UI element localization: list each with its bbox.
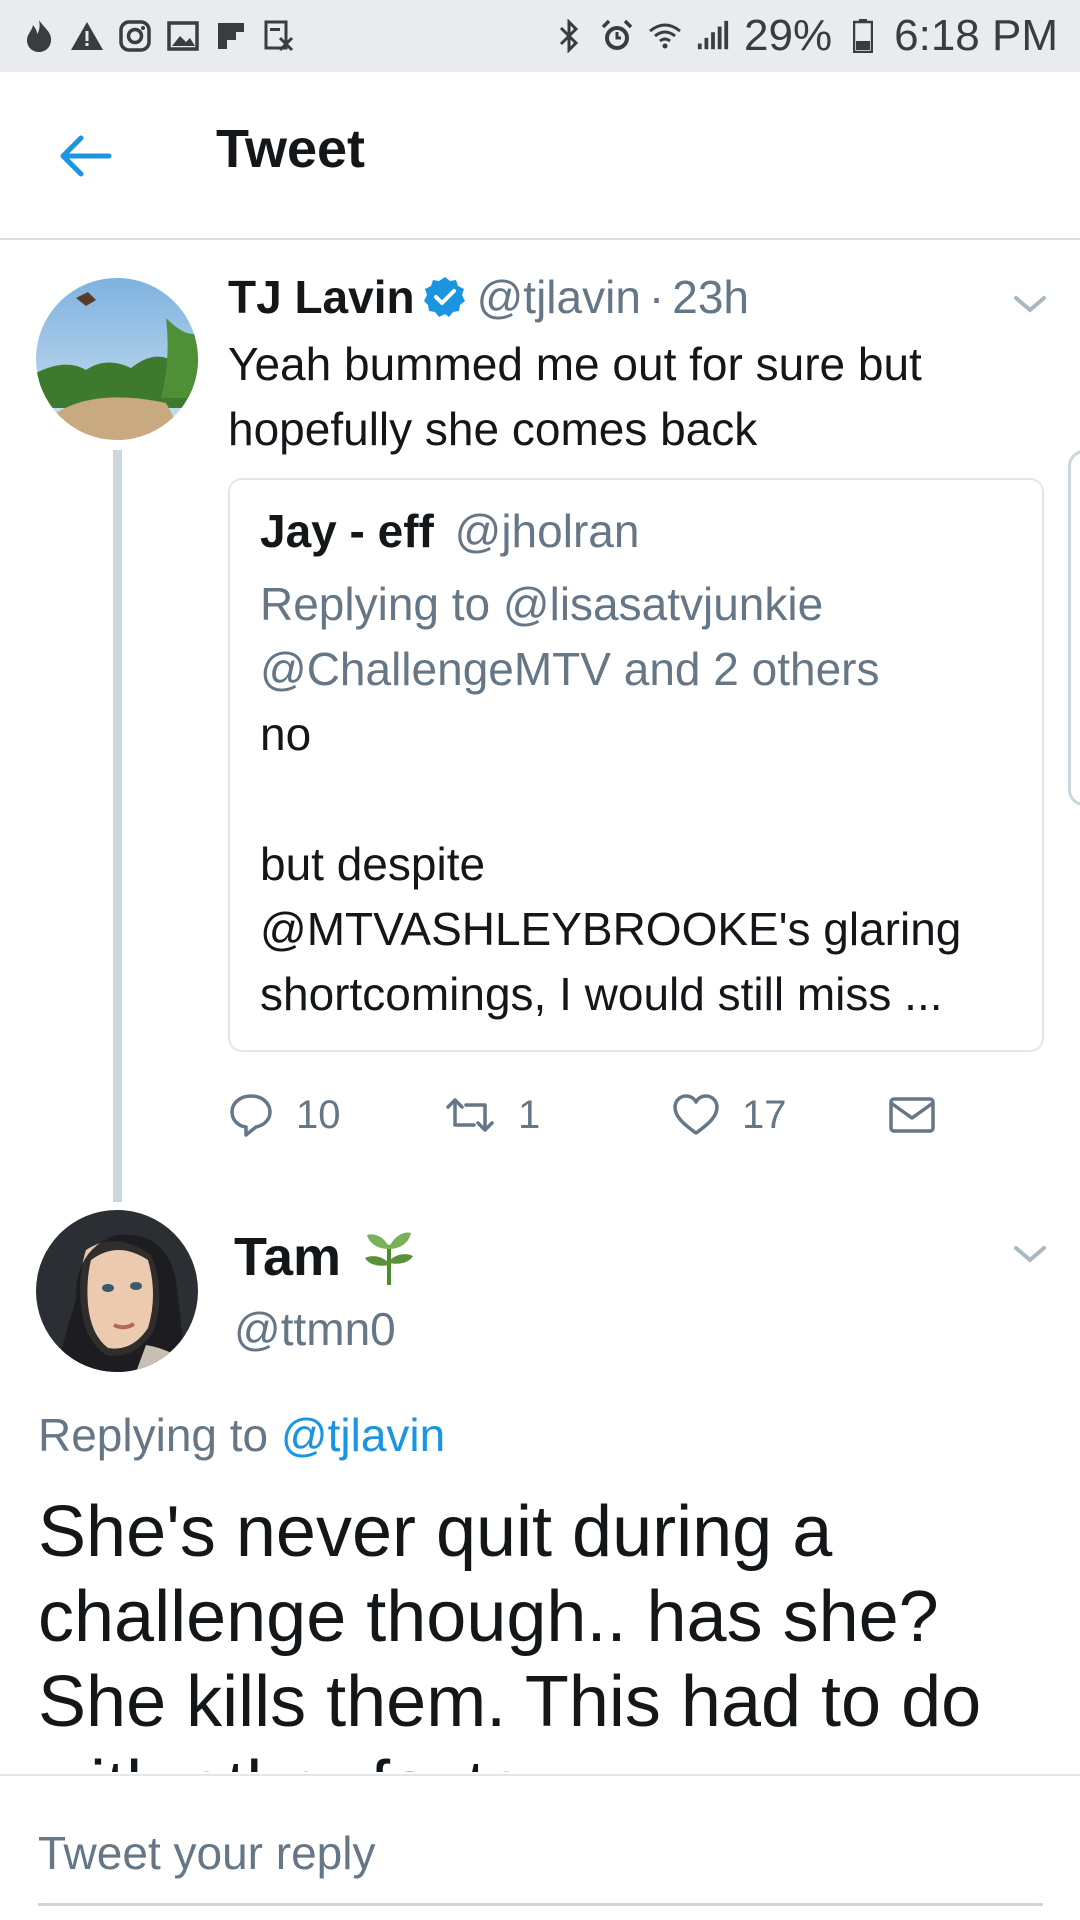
clock: 6:18 PM	[894, 11, 1058, 60]
battery-icon	[846, 19, 880, 53]
wifi-icon	[648, 19, 682, 53]
tweet-text: Yeah bummed me out for sure but hopefull…	[228, 338, 922, 455]
tam-avatar[interactable]	[36, 1210, 198, 1372]
top-app-bar: Tweet	[0, 72, 1080, 240]
chevron-down-icon[interactable]	[1010, 290, 1050, 318]
quoted-author-handle: @jholran	[454, 505, 640, 557]
heart-icon	[673, 1094, 719, 1135]
signal-icon	[696, 19, 730, 53]
like-count: 17	[742, 1092, 787, 1137]
tweet-header: TJ Lavin @tjlavin · 23h	[228, 270, 749, 324]
author-handle[interactable]: @tjlavin	[477, 270, 641, 324]
data-saver-icon	[262, 19, 296, 53]
like-action[interactable]: 17	[672, 1080, 787, 1150]
reply-author-name[interactable]: Tam	[234, 1226, 341, 1288]
quoted-text-line-1: no	[260, 708, 312, 760]
quoted-tweet-card[interactable]: Jay - eff @jholran Replying to @lisasatv…	[228, 478, 1044, 1052]
retweet-action[interactable]: 1	[444, 1080, 540, 1150]
quoted-author-name: Jay - eff	[260, 505, 434, 557]
reply-count: 10	[296, 1092, 341, 1137]
replying-to: Replying to @tjlavin	[38, 1408, 445, 1462]
retweet-count: 1	[518, 1092, 541, 1137]
reply-tweet-text: She's never quit during a challenge thou…	[38, 1492, 982, 1772]
tweet-age: 23h	[672, 271, 749, 323]
mail-icon	[889, 1097, 935, 1133]
battery-percent: 29%	[744, 11, 833, 60]
tweet-actions: 10 1 17	[228, 1080, 1028, 1150]
reply-input-underline	[38, 1903, 1043, 1906]
direct-message-action[interactable]	[888, 1080, 936, 1150]
reply-composer: Tweet your reply	[0, 1774, 1080, 1920]
gallery-icon	[166, 19, 200, 53]
reply-icon	[230, 1094, 272, 1137]
replying-to-handle[interactable]: @tjlavin	[281, 1409, 445, 1461]
page-title: Tweet	[216, 119, 366, 179]
thread-connector-line	[113, 450, 122, 1202]
reply-author-name-row: Tam	[234, 1226, 417, 1288]
verified-badge-icon	[423, 275, 467, 319]
author-name[interactable]: TJ Lavin	[228, 270, 415, 324]
tinder-flame-icon	[22, 19, 56, 53]
quoted-tweet-text: no but despite @MTVASHLEYBROOKE's glarin…	[260, 702, 1040, 1027]
flipboard-icon	[214, 19, 248, 53]
reply-author-handle[interactable]: @ttmn0	[234, 1302, 396, 1356]
reply-action[interactable]: 10	[228, 1080, 341, 1150]
quoted-replying-prefix: Replying to	[260, 578, 503, 630]
seedling-icon	[361, 1227, 417, 1287]
separator: ·	[648, 271, 665, 323]
warning-icon	[70, 19, 104, 53]
bluetooth-icon	[552, 19, 586, 53]
status-bar: 29% 6:18 PM	[0, 0, 1080, 72]
status-bar-left	[22, 19, 296, 53]
retweet-icon	[446, 1098, 494, 1132]
quoted-tweet-header: Jay - eff @jholran	[260, 504, 639, 558]
instagram-icon	[118, 19, 152, 53]
chevron-down-icon[interactable]	[1010, 1240, 1050, 1268]
replying-prefix: Replying to	[38, 1409, 281, 1461]
status-bar-right: 29% 6:18 PM	[552, 11, 1058, 61]
alarm-icon	[600, 19, 634, 53]
next-card-edge	[1068, 450, 1080, 806]
quoted-text-line-2: but despite @MTVASHLEYBROOKE's glaring s…	[260, 838, 962, 1020]
back-arrow-icon[interactable]	[50, 128, 120, 184]
quoted-replying-to: Replying to @lisasatvjunkie @ChallengeMT…	[260, 572, 1020, 702]
reply-input[interactable]: Tweet your reply	[38, 1826, 375, 1880]
tjlavin-avatar[interactable]	[36, 278, 198, 440]
